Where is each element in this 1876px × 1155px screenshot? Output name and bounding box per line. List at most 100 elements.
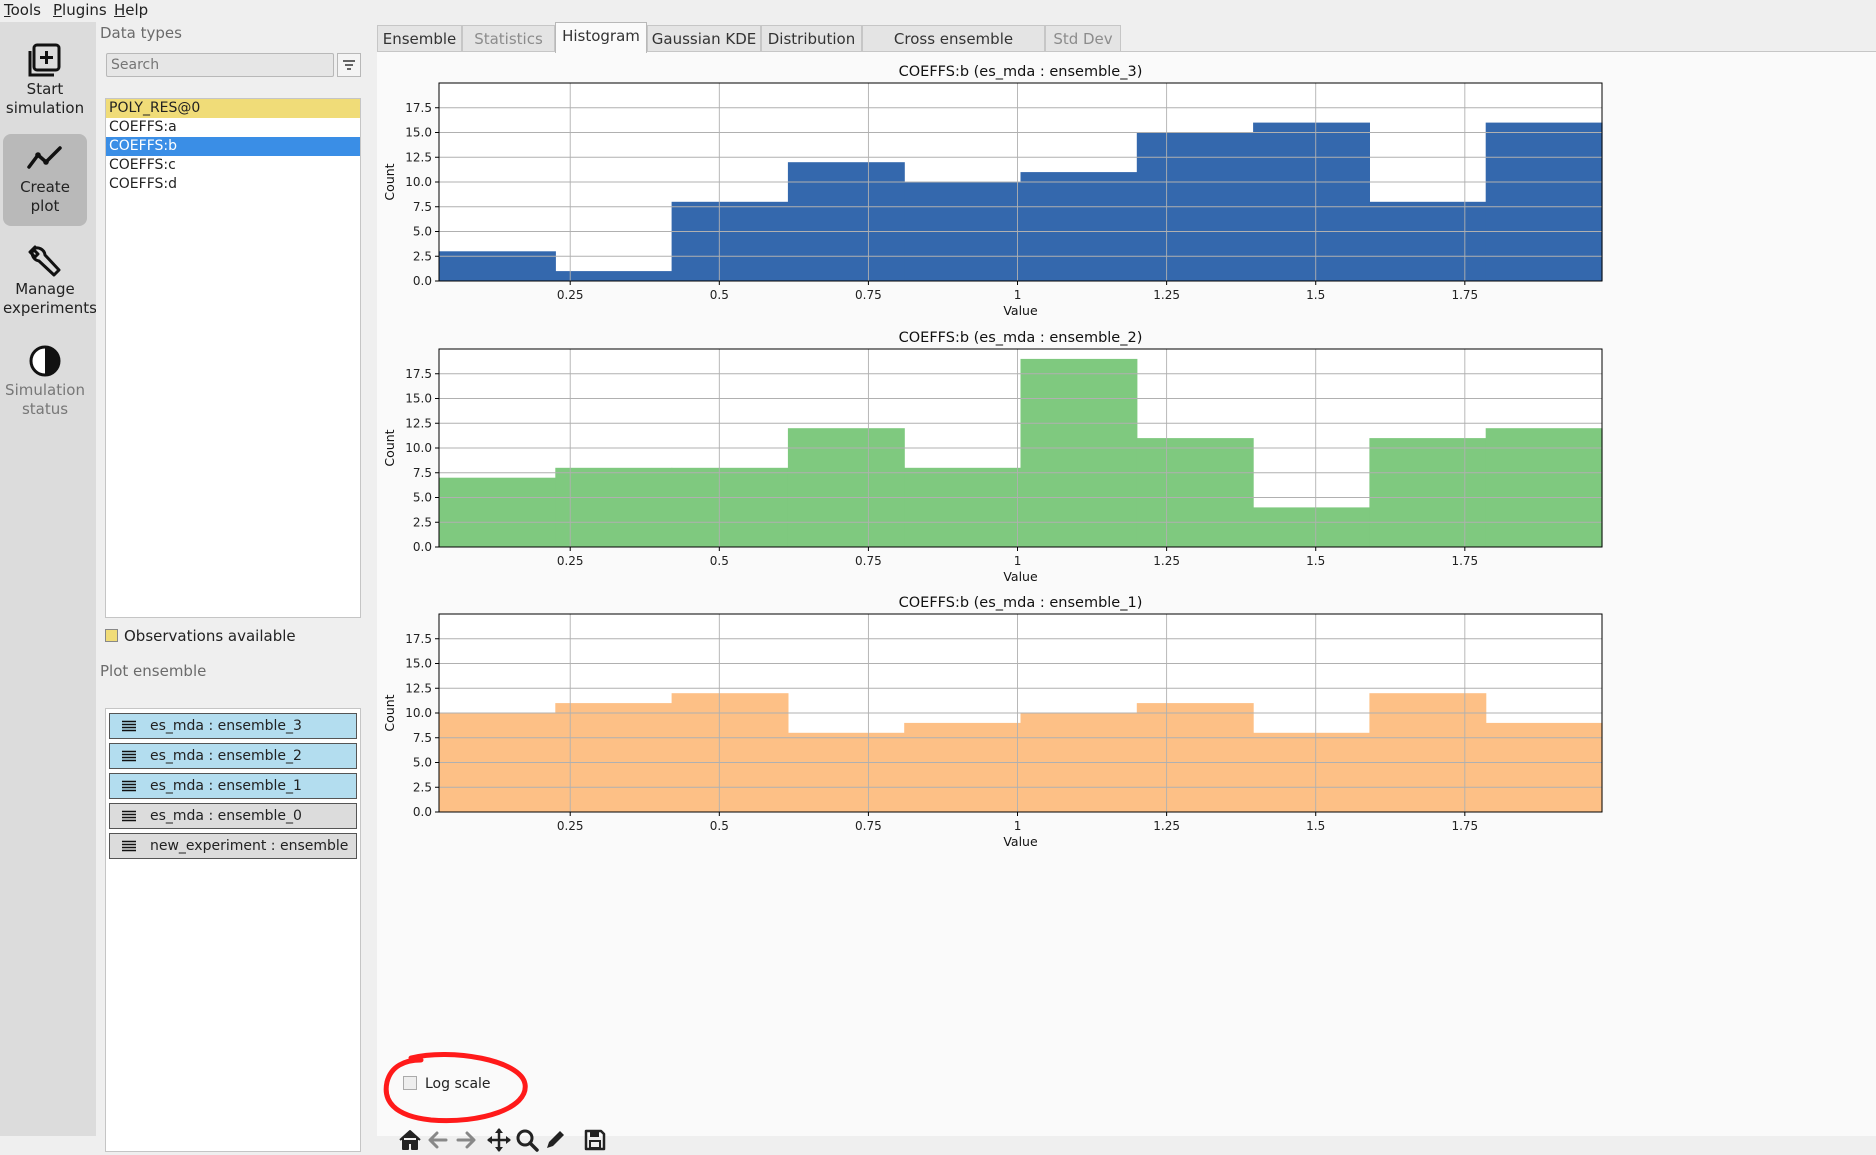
histogram-bar	[904, 467, 1022, 547]
pan-icon[interactable]	[486, 1127, 512, 1153]
data-types-heading: Data types	[100, 24, 182, 42]
tab-cross-ensemble-statistics[interactable]: Cross ensemble statistics	[862, 25, 1045, 74]
data-types-list[interactable]: POLY_RES@0 COEFFS:a COEFFS:b COEFFS:c CO…	[105, 98, 361, 618]
y-tick-label: 15.0	[405, 126, 432, 140]
ensemble-item[interactable]: es_mda : ensemble_1	[109, 773, 357, 799]
x-tick-label: 1.25	[1153, 819, 1180, 833]
back-arrow-icon[interactable]	[425, 1127, 451, 1153]
x-axis-label: Value	[1003, 569, 1038, 584]
tab-distribution[interactable]: Distribution	[761, 25, 862, 52]
x-tick-label: 0.25	[557, 554, 584, 568]
histogram-bar	[555, 467, 673, 547]
histogram-bar	[787, 428, 905, 547]
x-tick-label: 0.75	[855, 819, 882, 833]
y-tick-label: 17.5	[405, 101, 432, 115]
y-tick-label: 0.0	[413, 540, 432, 554]
tab-statistics[interactable]: Statistics	[462, 25, 555, 52]
search-input[interactable]	[106, 53, 334, 77]
x-tick-label: 0.5	[710, 819, 729, 833]
histogram-bar	[1020, 172, 1138, 281]
tab-std-dev[interactable]: Std Dev	[1045, 25, 1121, 52]
home-icon[interactable]	[397, 1127, 423, 1153]
histogram-bar	[671, 693, 789, 812]
drag-handle-icon[interactable]	[122, 780, 136, 792]
y-tick-label: 12.5	[405, 150, 432, 164]
histogram-panel: 0.25 0.5 0.75 1 1.25 1.5 1.75 0.0 2.5 5.0 7.5 10.0 1…	[382, 64, 1603, 318]
left-panel: Data types POLY_RES@0 COEFFS:a COEFFS:b …	[96, 22, 372, 1152]
menu-help[interactable]: Help	[114, 1, 148, 19]
histogram-bar	[1020, 358, 1138, 547]
tab-ensemble[interactable]: Ensemble	[377, 25, 462, 52]
filter-button[interactable]	[337, 53, 361, 77]
histogram-bar	[904, 722, 1022, 812]
forward-arrow-icon[interactable]	[453, 1127, 479, 1153]
half-circle-icon	[29, 345, 61, 377]
drag-handle-icon[interactable]	[122, 750, 136, 762]
menu-plugins[interactable]: Plugins	[53, 1, 107, 19]
drag-handle-icon[interactable]	[122, 840, 136, 852]
histogram-panel: 0.25 0.5 0.75 1 1.25 1.5 1.75 0.0 2.5 5.0 7.5 10.0 1…	[382, 330, 1603, 584]
x-tick-label: 1.25	[1153, 554, 1180, 568]
start-simulation-button[interactable]: Start simulation	[3, 36, 87, 128]
ensemble-item[interactable]: new_experiment : ensemble	[109, 833, 357, 859]
start-simulation-label-2: simulation	[5, 99, 85, 117]
create-plot-label-2: plot	[30, 197, 60, 215]
create-plot-button[interactable]: Create plot	[3, 134, 87, 226]
menu-tools[interactable]: Tools	[4, 1, 41, 19]
zoom-icon[interactable]	[514, 1127, 540, 1153]
plus-square-icon	[28, 43, 61, 77]
tab-gaussian-kde[interactable]: Gaussian KDE	[647, 25, 761, 52]
histogram-bar	[1485, 122, 1603, 281]
ensemble-item-label: es_mda : ensemble_2	[150, 748, 302, 764]
y-axis-label: Count	[382, 163, 397, 200]
chart-title: COEFFS:b (es_mda : ensemble_2)	[899, 330, 1143, 346]
plot-canvas-panel: 0.25 0.5 0.75 1 1.25 1.5 1.75 0.0 2.5 5.0 7.5 10.0 1…	[377, 51, 1876, 1152]
histogram-bar	[1253, 122, 1370, 281]
histogram-bar	[1485, 722, 1603, 812]
y-tick-label: 10.0	[405, 175, 432, 189]
list-item-coeffs-c[interactable]: COEFFS:c	[106, 156, 360, 175]
ensemble-item[interactable]: es_mda : ensemble_2	[109, 743, 357, 769]
y-tick-label: 0.0	[413, 805, 432, 819]
y-tick-label: 12.5	[405, 416, 432, 430]
y-tick-label: 2.5	[413, 515, 432, 529]
list-item-coeffs-b[interactable]: COEFFS:b	[106, 137, 360, 156]
edit-axes-icon[interactable]	[542, 1127, 568, 1153]
save-icon[interactable]	[582, 1127, 608, 1153]
x-tick-label: 1	[1014, 819, 1022, 833]
tab-histogram[interactable]: Histogram	[555, 22, 647, 53]
histogram-figure[interactable]: 0.25 0.5 0.75 1 1.25 1.5 1.75 0.0 2.5 5.0 7.5 10.0 1…	[377, 52, 1876, 1052]
histogram-bar	[1369, 201, 1487, 281]
y-tick-label: 5.0	[413, 491, 432, 505]
manage-experiments-label-1: Manage	[15, 280, 75, 298]
y-axis-label: Count	[382, 694, 397, 731]
list-item-poly-res[interactable]: POLY_RES@0	[106, 99, 360, 118]
wrench-icon	[28, 245, 61, 277]
chart-title: COEFFS:b (es_mda : ensemble_1)	[899, 595, 1143, 611]
y-tick-label: 17.5	[405, 367, 432, 381]
drag-handle-icon[interactable]	[122, 810, 136, 822]
ensemble-item-label: es_mda : ensemble_1	[150, 778, 302, 794]
x-tick-label: 1.5	[1306, 288, 1325, 302]
y-tick-label: 5.0	[413, 756, 432, 770]
y-tick-label: 17.5	[405, 632, 432, 646]
y-tick-label: 12.5	[405, 681, 432, 695]
histogram-bar	[555, 271, 673, 281]
x-tick-label: 1.75	[1451, 819, 1478, 833]
list-item-coeffs-a[interactable]: COEFFS:a	[106, 118, 360, 137]
ensemble-item[interactable]: es_mda : ensemble_3	[109, 713, 357, 739]
drag-handle-icon[interactable]	[122, 720, 136, 732]
x-tick-label: 0.5	[710, 288, 729, 302]
ensemble-item[interactable]: es_mda : ensemble_0	[109, 803, 357, 829]
x-tick-label: 1.75	[1451, 554, 1478, 568]
x-tick-label: 1.5	[1306, 554, 1325, 568]
list-item-coeffs-d[interactable]: COEFFS:d	[106, 175, 360, 194]
y-tick-label: 15.0	[405, 657, 432, 671]
y-tick-label: 7.5	[413, 731, 432, 745]
y-tick-label: 5.0	[413, 225, 432, 239]
manage-experiments-label-2: experiments	[3, 299, 97, 317]
simulation-status-button[interactable]: Simulation status	[3, 337, 87, 429]
histogram-bar	[1136, 703, 1254, 812]
manage-experiments-button[interactable]: Manage experiments	[3, 236, 97, 328]
chart-title: COEFFS:b (es_mda : ensemble_3)	[899, 64, 1143, 80]
